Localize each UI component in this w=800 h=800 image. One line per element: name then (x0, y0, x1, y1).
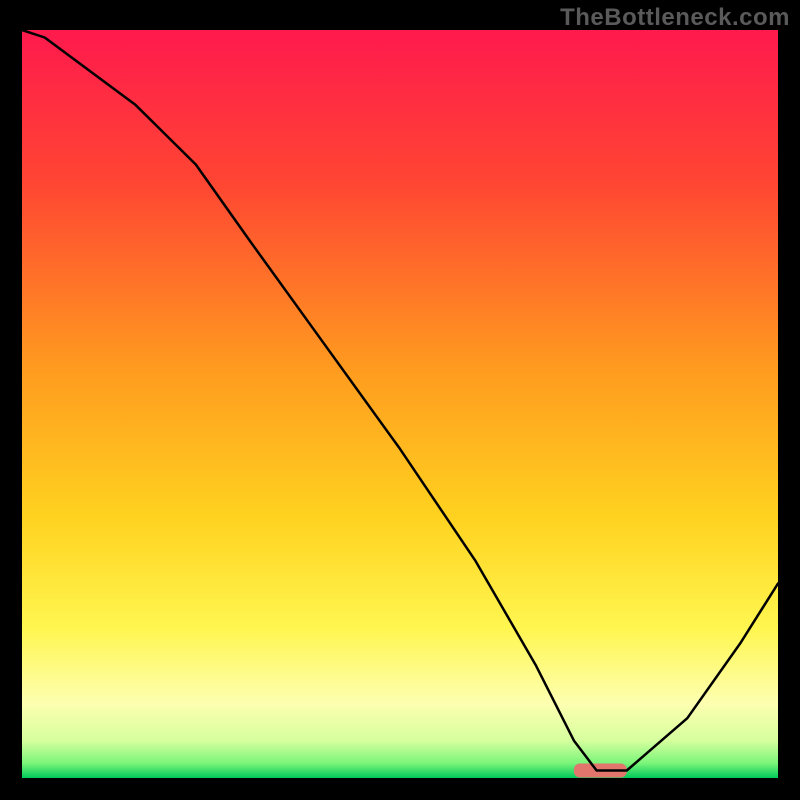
gradient-background (22, 30, 778, 778)
watermark-text: TheBottleneck.com (560, 4, 790, 32)
chart-frame: TheBottleneck.com (0, 0, 800, 800)
plot-area (22, 30, 778, 778)
chart-svg (22, 30, 778, 778)
